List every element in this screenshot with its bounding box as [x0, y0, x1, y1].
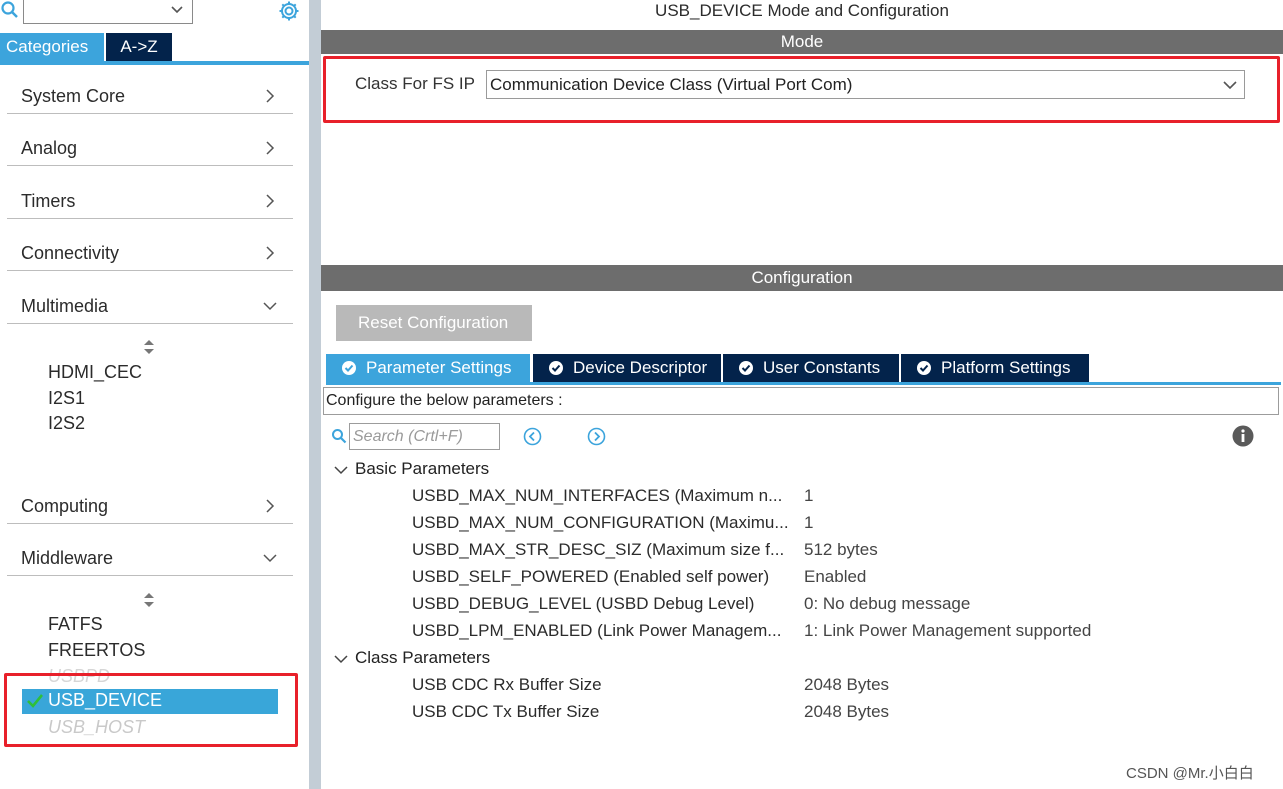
configure-description: Configure the below parameters :: [323, 387, 1279, 415]
chevron-down-icon: [334, 465, 348, 474]
check-circle-icon: [549, 361, 563, 375]
check-circle-icon: [342, 361, 356, 375]
param-value[interactable]: Enabled: [804, 567, 866, 587]
tab-platform-settings[interactable]: Platform Settings: [901, 354, 1089, 382]
tab-parameter-settings[interactable]: Parameter Settings: [326, 354, 530, 382]
sort-icon[interactable]: [142, 339, 156, 355]
group-label: Basic Parameters: [355, 459, 490, 478]
tabs-underline: [326, 382, 1281, 385]
param-name[interactable]: USBD_DEBUG_LEVEL (USBD Debug Level): [412, 594, 754, 614]
group-label: Class Parameters: [355, 648, 491, 667]
list-item-i2s2[interactable]: I2S2: [48, 413, 85, 434]
param-value[interactable]: 0: No debug message: [804, 594, 970, 614]
category-label: Analog: [21, 138, 78, 158]
list-item-fatfs[interactable]: FATFS: [48, 614, 103, 635]
check-circle-icon: [739, 361, 753, 375]
param-name[interactable]: USBD_SELF_POWERED (Enabled self power): [412, 567, 769, 587]
param-name[interactable]: USBD_MAX_NUM_CONFIGURATION (Maximu...: [412, 513, 789, 533]
search-combo[interactable]: [23, 0, 193, 24]
check-circle-icon: [917, 361, 931, 375]
chevron-down-icon: [263, 554, 277, 563]
category-label: Middleware: [21, 548, 114, 568]
tab-device-descriptor[interactable]: Device Descriptor: [533, 354, 721, 382]
info-icon[interactable]: [1232, 425, 1254, 447]
tabs-underline: [0, 61, 309, 65]
chevron-right-icon: [266, 499, 275, 513]
chevron-down-icon: [334, 654, 348, 663]
category-analog[interactable]: Analog: [7, 126, 293, 166]
chevron-down-icon: [263, 302, 277, 311]
sort-icon[interactable]: [142, 592, 156, 608]
chevron-right-icon: [266, 141, 275, 155]
param-name[interactable]: USBD_MAX_STR_DESC_SIZ (Maximum size f...: [412, 540, 784, 560]
tab-label: Platform Settings: [941, 358, 1071, 377]
left-panel: Categories A->Z System Core Analog Timer…: [0, 0, 309, 789]
category-middleware[interactable]: Middleware: [7, 536, 293, 576]
list-item-freertos[interactable]: FREERTOS: [48, 640, 145, 661]
param-name[interactable]: USBD_LPM_ENABLED (Link Power Managem...: [412, 621, 781, 641]
category-label: Computing: [21, 496, 109, 516]
param-value[interactable]: 2048 Bytes: [804, 675, 889, 695]
page-title: USB_DEVICE Mode and Configuration: [655, 1, 949, 20]
category-system-core[interactable]: System Core: [7, 74, 293, 114]
param-value[interactable]: 512 bytes: [804, 540, 878, 560]
reset-configuration-button[interactable]: Reset Configuration: [336, 305, 532, 341]
next-match-icon[interactable]: [587, 427, 606, 446]
tab-a-to-z[interactable]: A->Z: [106, 33, 172, 61]
search-icon[interactable]: [0, 0, 20, 20]
param-value[interactable]: 2048 Bytes: [804, 702, 889, 722]
param-name[interactable]: USB CDC Rx Buffer Size: [412, 675, 602, 695]
category-timers[interactable]: Timers: [7, 179, 293, 219]
param-value[interactable]: 1: [804, 486, 813, 506]
param-name[interactable]: USBD_MAX_NUM_INTERFACES (Maximum n...: [412, 486, 782, 506]
category-label: Timers: [21, 191, 76, 211]
mode-section-header: Mode: [321, 30, 1283, 54]
param-value[interactable]: 1: Link Power Management supported: [804, 621, 1091, 641]
tab-label: User Constants: [763, 358, 881, 377]
list-item-i2s1[interactable]: I2S1: [48, 388, 85, 409]
chevron-right-icon: [266, 89, 275, 103]
watermark: CSDN @Mr.小白白: [1126, 765, 1254, 782]
group-class-parameters[interactable]: Class Parameters: [333, 648, 490, 668]
chevron-right-icon: [266, 194, 275, 208]
highlight-box: [323, 56, 1280, 123]
category-label: Multimedia: [21, 296, 109, 316]
tab-user-constants[interactable]: User Constants: [723, 354, 899, 382]
category-computing[interactable]: Computing: [7, 484, 293, 524]
group-basic-parameters[interactable]: Basic Parameters: [333, 459, 489, 479]
parameter-search-input[interactable]: Search (Crtl+F): [349, 423, 500, 450]
tab-categories[interactable]: Categories: [0, 33, 104, 61]
tab-label: Parameter Settings: [366, 358, 512, 377]
chevron-right-icon: [266, 246, 275, 260]
category-multimedia[interactable]: Multimedia: [7, 284, 293, 324]
category-label: Connectivity: [21, 243, 120, 263]
category-connectivity[interactable]: Connectivity: [7, 231, 293, 271]
tab-label: Device Descriptor: [573, 358, 708, 377]
panel-splitter[interactable]: [309, 0, 321, 789]
search-icon: [332, 429, 347, 444]
category-label: System Core: [21, 86, 126, 106]
param-name[interactable]: USB CDC Tx Buffer Size: [412, 702, 599, 722]
chevron-down-icon: [171, 6, 183, 14]
previous-match-icon[interactable]: [523, 427, 542, 446]
configuration-section-header: Configuration: [321, 265, 1283, 291]
param-value[interactable]: 1: [804, 513, 813, 533]
list-item-hdmi-cec[interactable]: HDMI_CEC: [48, 362, 142, 383]
gear-icon[interactable]: [277, 0, 301, 23]
highlight-box: [4, 673, 298, 747]
